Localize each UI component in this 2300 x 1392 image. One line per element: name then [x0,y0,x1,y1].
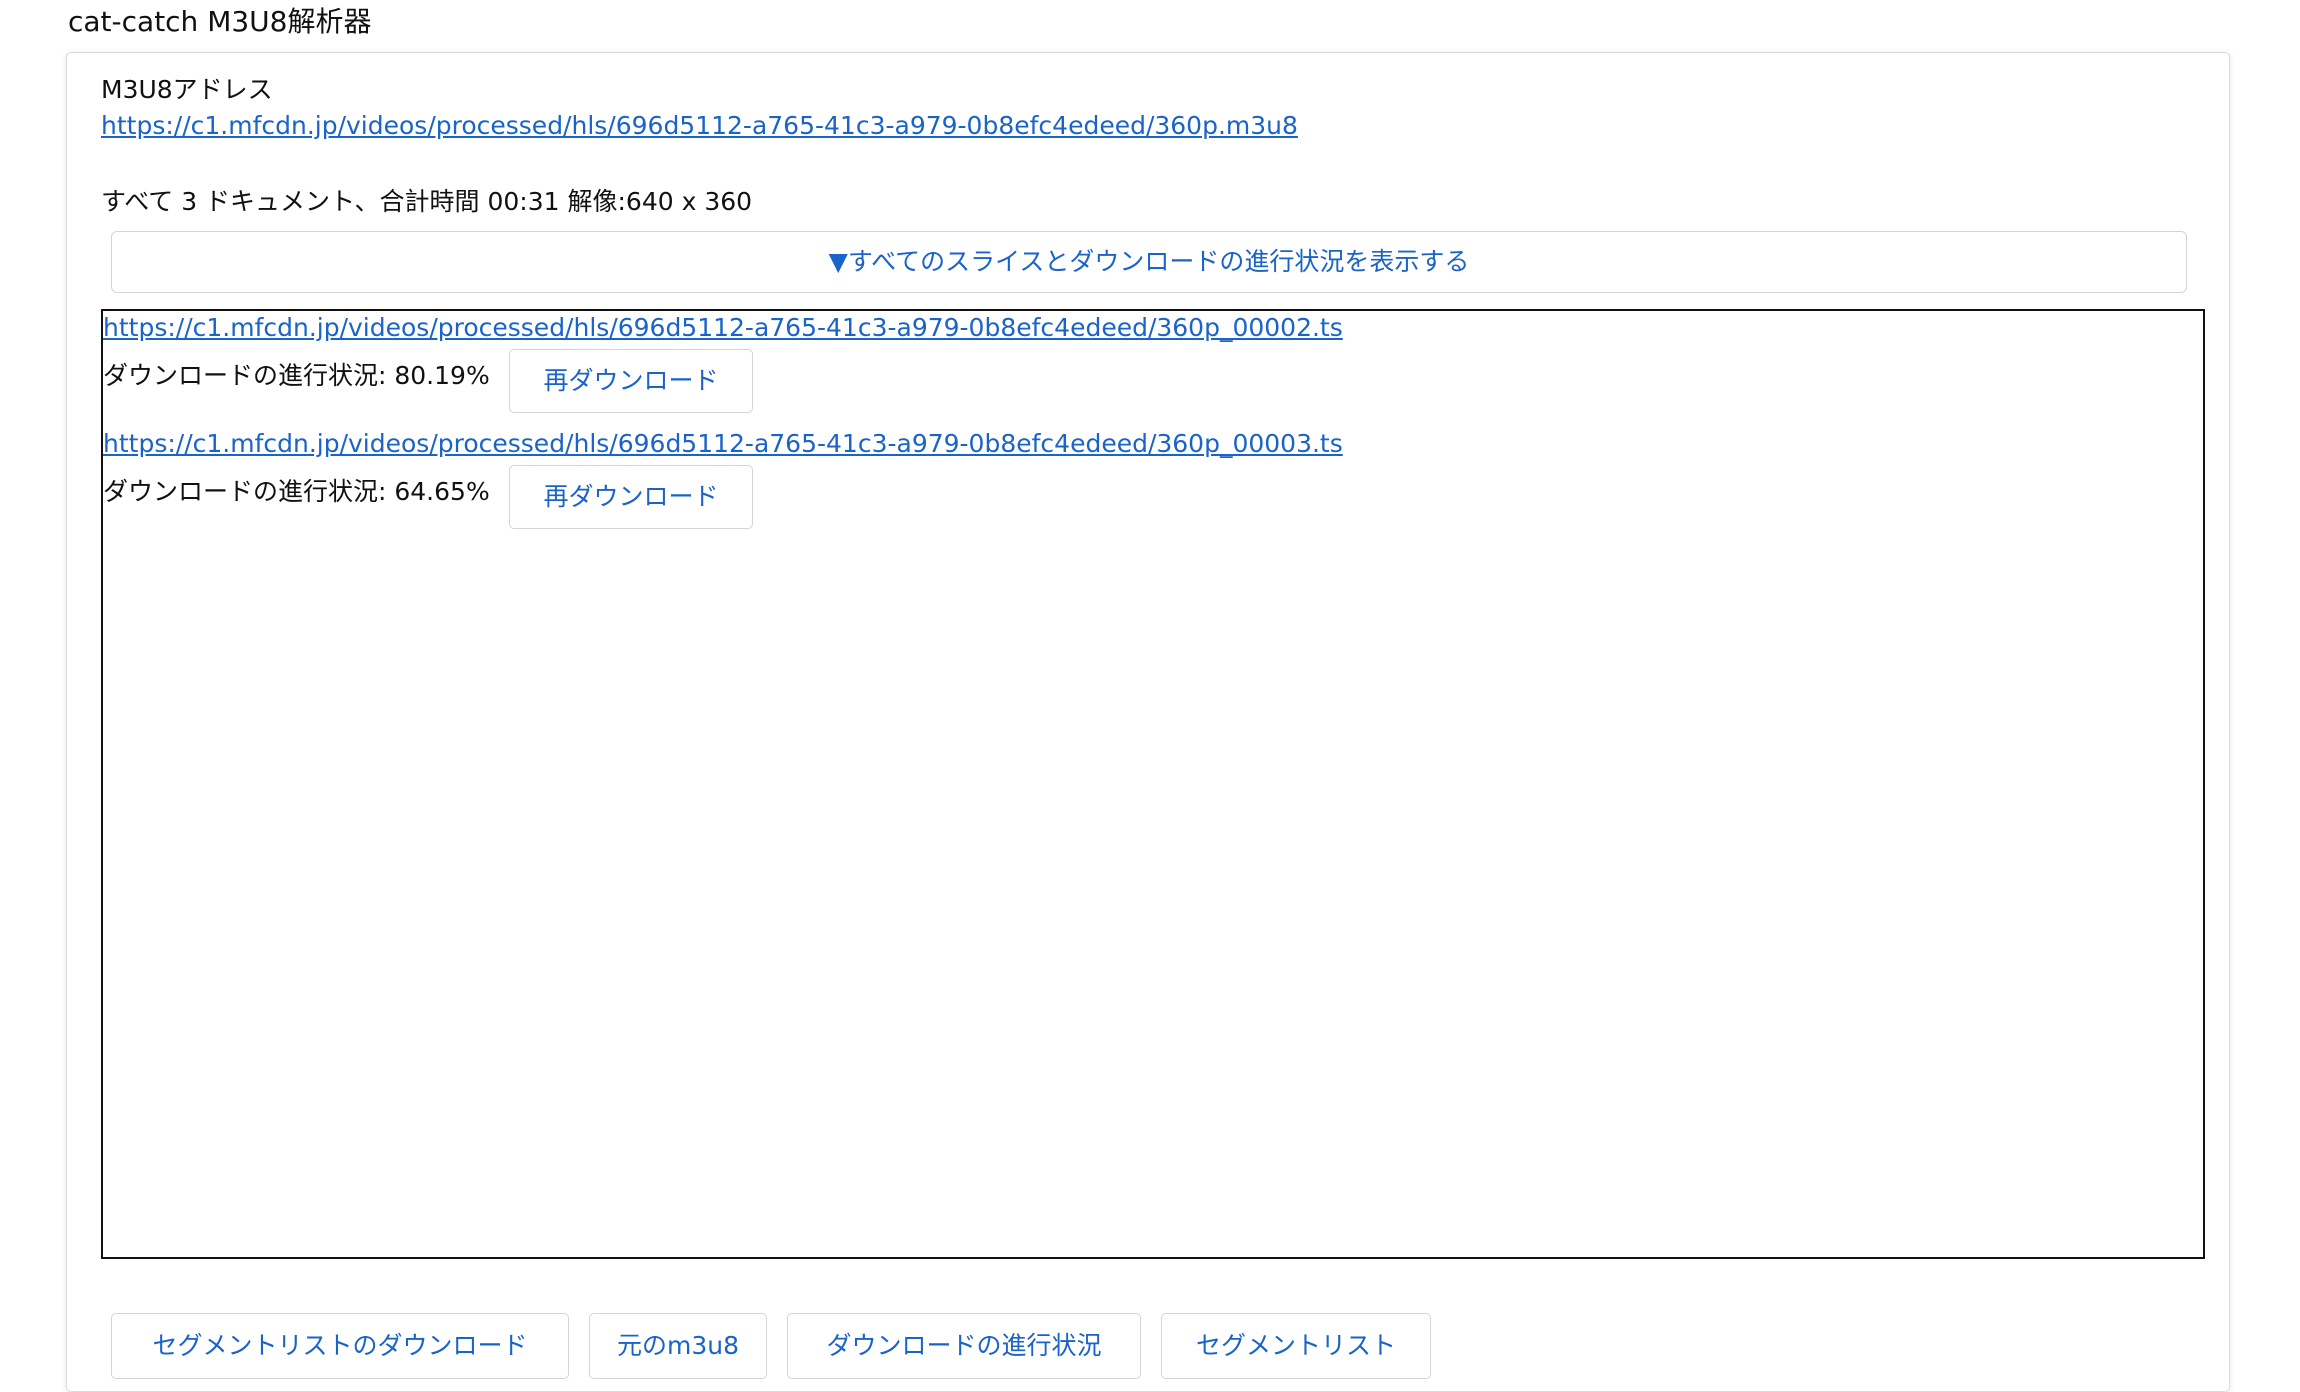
m3u8-parser-panel: M3U8アドレス https://c1.mfcdn.jp/videos/proc… [66,52,2230,1392]
summary-info: すべて 3 ドキュメント、合計時間 00:31 解像:640 x 360 [101,187,753,216]
original-m3u8-button[interactable]: 元のm3u8 [589,1313,767,1379]
app-title: cat-catch M3U8解析器 [68,5,372,38]
segment-url-link[interactable]: https://c1.mfcdn.jp/videos/processed/hls… [103,311,1343,345]
segment-progress-text: ダウンロードの進行状況: 64.65% [103,477,490,506]
m3u8-address-label: M3U8アドレス [101,75,273,104]
segment-url-link[interactable]: https://c1.mfcdn.jp/videos/processed/hls… [103,427,1343,461]
download-segment-list-button[interactable]: セグメントリストのダウンロード [111,1313,569,1379]
redownload-button[interactable]: 再ダウンロード [509,349,753,413]
segment-list-box[interactable]: https://c1.mfcdn.jp/videos/processed/hls… [101,309,2205,1259]
redownload-button[interactable]: 再ダウンロード [509,465,753,529]
segment-list-button[interactable]: セグメントリスト [1161,1313,1431,1379]
segment-progress-text: ダウンロードの進行状況: 80.19% [103,361,490,390]
m3u8-url-link[interactable]: https://c1.mfcdn.jp/videos/processed/hls… [101,109,1298,143]
download-progress-button[interactable]: ダウンロードの進行状況 [787,1313,1141,1379]
show-all-slices-toggle[interactable]: ▼すべてのスライスとダウンロードの進行状況を表示する [111,231,2187,293]
